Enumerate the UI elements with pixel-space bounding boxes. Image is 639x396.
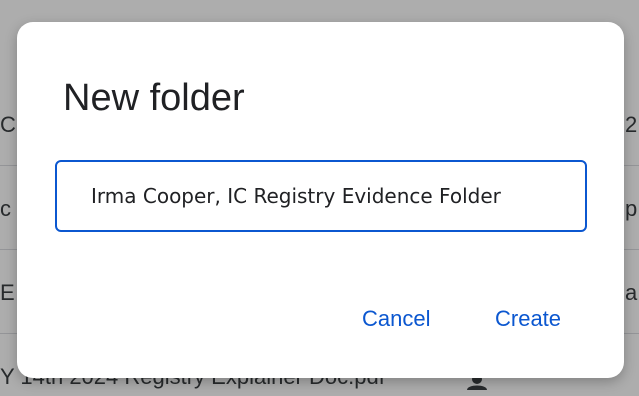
drive-page: C 2 c p E a Y 14th 2024 Registry Explain… bbox=[0, 0, 639, 396]
new-folder-dialog: New folder Cancel Create bbox=[17, 22, 624, 378]
folder-name-field[interactable] bbox=[55, 160, 587, 232]
create-button[interactable]: Create bbox=[487, 299, 569, 339]
dialog-title: New folder bbox=[63, 77, 245, 119]
cancel-button[interactable]: Cancel bbox=[354, 299, 438, 339]
folder-name-input[interactable] bbox=[57, 162, 585, 230]
